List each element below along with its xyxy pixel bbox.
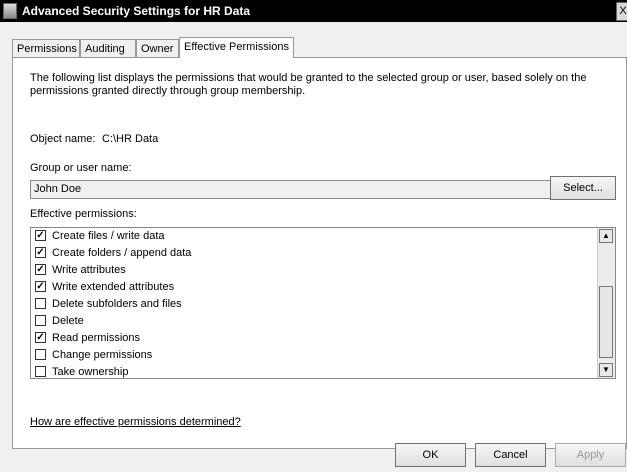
list-item: ✓ Create folders / append data bbox=[35, 245, 191, 262]
apply-button[interactable]: Apply bbox=[555, 443, 626, 467]
object-name-value: C:\HR Data bbox=[102, 133, 159, 145]
checkbox-icon bbox=[35, 348, 46, 360]
permission-label: Delete bbox=[52, 315, 84, 327]
scroll-thumb[interactable] bbox=[599, 286, 613, 358]
window-title: Advanced Security Settings for HR Data bbox=[22, 4, 251, 18]
permission-label: Change permissions bbox=[52, 349, 153, 361]
list-item: Change permissions bbox=[35, 347, 152, 364]
checkbox-icon bbox=[35, 314, 46, 326]
permission-label: Delete subfolders and files bbox=[52, 298, 182, 310]
list-item: Take ownership bbox=[35, 364, 129, 378]
list-item: Delete subfolders and files bbox=[35, 296, 182, 313]
checkbox-icon: ✓ bbox=[35, 331, 46, 343]
permission-label: Write attributes bbox=[52, 264, 126, 276]
close-button[interactable]: X bbox=[616, 2, 627, 21]
tab-auditing[interactable]: Auditing bbox=[80, 39, 136, 57]
list-item: ✓ Create files / write data bbox=[35, 228, 165, 245]
tab-permissions[interactable]: Permissions bbox=[12, 39, 80, 57]
checkbox-icon: ✓ bbox=[35, 246, 46, 258]
object-name-row: Object name: C:\HR Data bbox=[30, 133, 158, 145]
permission-label: Take ownership bbox=[52, 366, 129, 378]
scroll-down-icon[interactable]: ▼ bbox=[599, 363, 613, 377]
checkbox-icon bbox=[35, 297, 46, 309]
description-text: The following list displays the permissi… bbox=[30, 72, 587, 97]
object-name-label: Object name: bbox=[30, 133, 96, 145]
permission-label: Read permissions bbox=[52, 332, 141, 344]
cancel-button[interactable]: Cancel bbox=[475, 443, 546, 467]
tab-effective-permissions[interactable]: Effective Permissions bbox=[179, 37, 294, 58]
dialog-body: Permissions Auditing Owner Effective Per… bbox=[0, 22, 627, 472]
permission-label: Write extended attributes bbox=[52, 281, 175, 293]
scroll-up-icon[interactable]: ▲ bbox=[599, 229, 613, 243]
group-user-label: Group or user name: bbox=[30, 162, 132, 174]
list-item: ✓ Read permissions bbox=[35, 330, 140, 347]
permission-label: Create folders / append data bbox=[52, 247, 192, 259]
list-item: Delete bbox=[35, 313, 84, 330]
permissions-list[interactable]: ✓ Create files / write data ✓ Create folde… bbox=[30, 227, 616, 379]
tab-owner[interactable]: Owner bbox=[136, 39, 179, 57]
checkbox-icon bbox=[35, 365, 46, 377]
effective-permissions-panel: The following list displays the permissi… bbox=[12, 57, 627, 449]
folder-icon bbox=[3, 3, 17, 19]
permission-label: Create files / write data bbox=[52, 230, 165, 242]
vertical-scrollbar[interactable]: ▲ ▼ bbox=[597, 228, 615, 378]
help-link[interactable]: How are effective permissions determined… bbox=[30, 416, 241, 428]
select-button[interactable]: Select... bbox=[550, 176, 616, 200]
checkbox-icon: ✓ bbox=[35, 229, 46, 241]
title-bar: Advanced Security Settings for HR Data X bbox=[0, 0, 627, 22]
list-item: ✓ Write extended attributes bbox=[35, 279, 174, 296]
group-user-field[interactable]: John Doe bbox=[30, 180, 555, 199]
list-item: ✓ Write attributes bbox=[35, 262, 126, 279]
checkbox-icon: ✓ bbox=[35, 280, 46, 292]
effective-permissions-label: Effective permissions: bbox=[30, 208, 137, 220]
checkbox-icon: ✓ bbox=[35, 263, 46, 275]
ok-button[interactable]: OK bbox=[395, 443, 466, 467]
